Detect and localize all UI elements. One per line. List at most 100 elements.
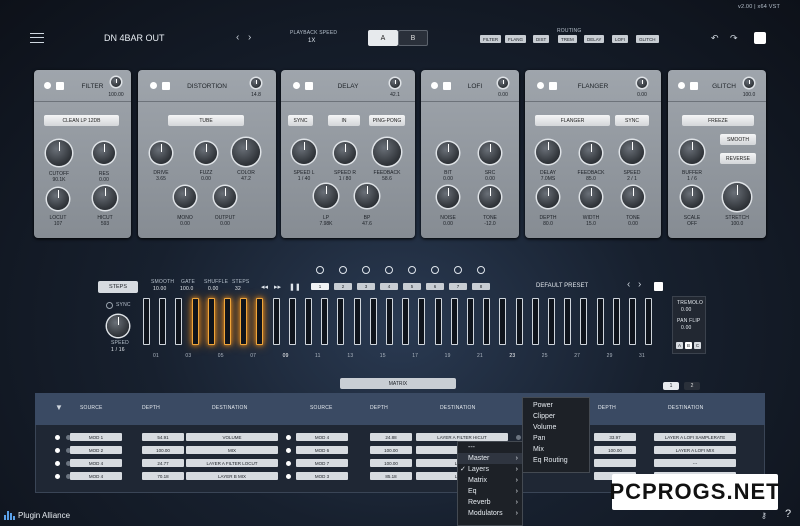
- page-button-2[interactable]: 2: [334, 283, 352, 290]
- sequencer-step[interactable]: [207, 298, 215, 345]
- pause-icon[interactable]: ❚❚: [289, 283, 301, 291]
- matrix-cell-depth[interactable]: 70.18: [142, 472, 184, 480]
- matrix-cell-dest[interactable]: MIX: [186, 446, 278, 454]
- flanger-mix-knob[interactable]: [637, 78, 647, 88]
- sequencer-step[interactable]: [596, 298, 604, 345]
- matrix-page-1[interactable]: 1: [663, 382, 679, 390]
- submenu-eq-routing[interactable]: Eq Routing: [523, 455, 589, 466]
- page-knob-icon[interactable]: [408, 266, 416, 274]
- delay-in-button[interactable]: IN: [328, 115, 360, 126]
- seq-speed-knob[interactable]: [107, 315, 129, 337]
- mono-knob[interactable]: [174, 186, 196, 208]
- filter-type-select[interactable]: CLEAN LP 12DB: [44, 115, 119, 126]
- sequencer-step[interactable]: [224, 298, 231, 345]
- matrix-cell-depth2[interactable]: 85.18: [370, 472, 412, 480]
- flanger-delay-knob[interactable]: [536, 140, 560, 164]
- matrix-cell-depth2[interactable]: 100.00: [370, 446, 412, 454]
- routing-trem[interactable]: TREM: [558, 35, 577, 43]
- matrix-row-toggle[interactable]: [286, 473, 291, 479]
- sequencer-step[interactable]: [386, 298, 393, 345]
- matrix-cell-dest[interactable]: LAYER B MIX: [186, 472, 278, 480]
- filter-mix-knob[interactable]: [111, 77, 121, 87]
- sequencer-step[interactable]: [531, 298, 539, 345]
- seq-mode-b-button[interactable]: B: [685, 342, 692, 349]
- matrix-cell-depth[interactable]: 100.00: [142, 446, 184, 454]
- routing-dist[interactable]: DIST: [533, 35, 550, 43]
- prev-preset-icon[interactable]: ‹: [236, 32, 239, 43]
- matrix-cell-depth[interactable]: 54.91: [142, 433, 184, 441]
- delay-mix-knob[interactable]: [390, 78, 400, 88]
- sequencer-step[interactable]: [483, 298, 491, 345]
- smooth-button[interactable]: SMOOTH: [720, 134, 756, 145]
- steps-value[interactable]: 32: [235, 286, 241, 292]
- steps-button[interactable]: STEPS: [98, 281, 138, 293]
- matrix-row-toggle[interactable]: [55, 447, 60, 453]
- sequencer-step[interactable]: [645, 298, 653, 345]
- hicut-knob[interactable]: [93, 186, 117, 210]
- output-knob[interactable]: [214, 186, 236, 208]
- forward-icon[interactable]: ▸▸: [274, 283, 281, 291]
- speed-r-knob[interactable]: [334, 142, 356, 164]
- tone-knob[interactable]: [479, 186, 501, 208]
- matrix-cell-src2[interactable]: MOD 4: [296, 433, 348, 441]
- matrix-cell-src2[interactable]: MOD 7: [296, 459, 348, 467]
- page-knob-icon[interactable]: [316, 266, 324, 274]
- sequencer-step[interactable]: [564, 298, 572, 345]
- page-button-4[interactable]: 4: [380, 283, 398, 290]
- sequencer-step[interactable]: [434, 298, 442, 345]
- seq-mode-c-button[interactable]: C: [694, 342, 701, 349]
- pan-flip-value[interactable]: 0.00: [681, 325, 692, 331]
- playback-speed-value[interactable]: 1X: [308, 38, 315, 44]
- matrix-tab[interactable]: MATRIX: [340, 378, 456, 389]
- flanger-sync-button[interactable]: SYNC: [615, 115, 649, 126]
- page-knob-icon[interactable]: [454, 266, 462, 274]
- sync-toggle[interactable]: [106, 302, 113, 309]
- page-button-6[interactable]: 6: [426, 283, 444, 290]
- redo-icon[interactable]: ↷: [730, 33, 738, 44]
- sequencer-step[interactable]: [499, 298, 507, 345]
- matrix-cell-src[interactable]: MOD 4: [70, 472, 122, 480]
- color-knob[interactable]: [232, 138, 260, 166]
- matrix-cell-depth2[interactable]: 24.88: [370, 433, 412, 441]
- submenu-volume[interactable]: Volume: [523, 422, 589, 433]
- matrix-cell-depth3[interactable]: 100.00: [594, 446, 636, 454]
- page-button-7[interactable]: 7: [449, 283, 467, 290]
- sequencer-step[interactable]: [337, 298, 345, 345]
- page-knob-icon[interactable]: [362, 266, 370, 274]
- locut-knob[interactable]: [47, 188, 69, 210]
- stretch-knob[interactable]: [723, 183, 751, 211]
- matrix-page-2[interactable]: 2: [684, 382, 700, 390]
- src-knob[interactable]: [479, 142, 501, 164]
- feedback-knob[interactable]: [373, 138, 401, 166]
- matrix-cell-dest3[interactable]: ---: [654, 459, 736, 467]
- menu-item-eq[interactable]: Eq ›: [458, 486, 522, 497]
- flanger-width-knob[interactable]: [580, 186, 602, 208]
- matrix-cell-dest3[interactable]: LAYER A LOFI MIX: [654, 446, 736, 454]
- seq-mode-a-button[interactable]: A: [676, 342, 683, 349]
- buffer-knob[interactable]: [680, 140, 704, 164]
- glitch-mix-knob[interactable]: [744, 78, 754, 88]
- menu-item-reverb[interactable]: Reverb ›: [458, 497, 522, 508]
- matrix-cell-dest[interactable]: LAYER A FILTER LOCUT: [186, 459, 278, 467]
- routing-lofi[interactable]: LOFI: [612, 35, 629, 43]
- sequencer-step[interactable]: [467, 298, 474, 345]
- submenu-power[interactable]: Power: [523, 400, 589, 411]
- sequencer-step[interactable]: [548, 298, 555, 345]
- rewind-icon[interactable]: ◂◂: [261, 283, 268, 291]
- b-button[interactable]: B: [398, 30, 428, 46]
- sequencer-step[interactable]: [256, 298, 264, 345]
- res-knob[interactable]: [93, 142, 115, 164]
- delay-pingpong-button[interactable]: PING-PONG: [369, 115, 405, 126]
- sequencer-step[interactable]: [515, 298, 523, 345]
- submenu-pan[interactable]: Pan: [523, 433, 589, 444]
- page-button-8[interactable]: 8: [472, 283, 490, 290]
- tremolo-value[interactable]: 0.00: [681, 307, 692, 313]
- seq-prev-icon[interactable]: ‹: [627, 279, 630, 290]
- sequencer-step[interactable]: [629, 298, 636, 345]
- matrix-row-toggle[interactable]: [55, 460, 60, 466]
- preset-name[interactable]: DN 4BAR OUT: [104, 33, 165, 43]
- sequencer-step[interactable]: [353, 298, 361, 345]
- matrix-row-toggle[interactable]: [286, 460, 291, 466]
- delay-sync-button[interactable]: SYNC: [288, 115, 313, 126]
- drive-knob[interactable]: [150, 142, 172, 164]
